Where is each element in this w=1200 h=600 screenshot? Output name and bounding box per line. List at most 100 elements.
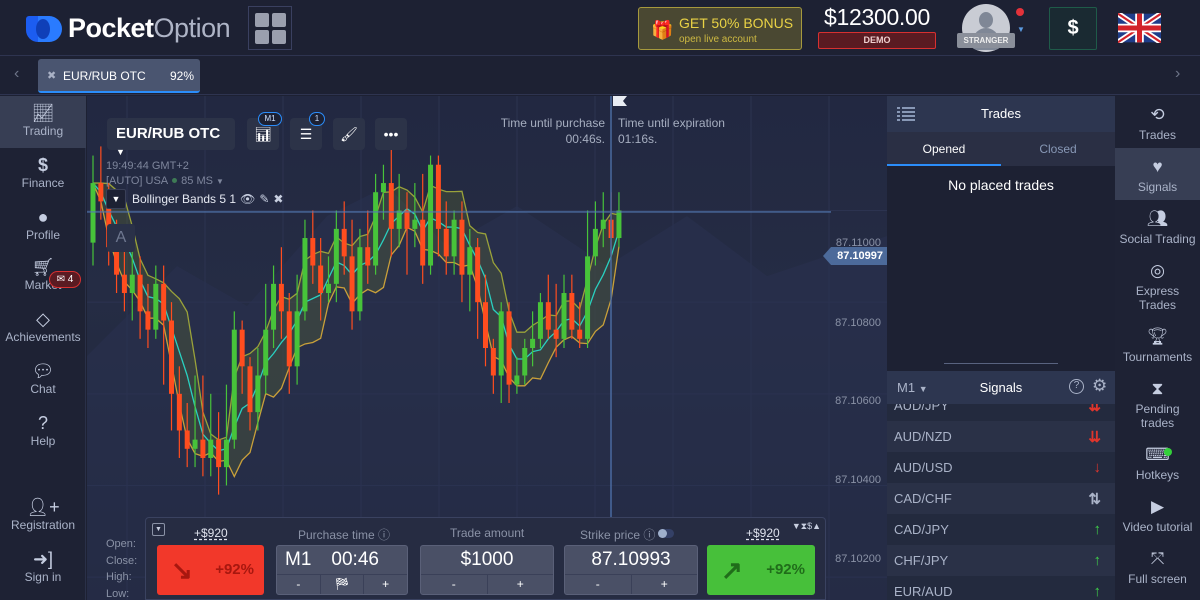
signal-row[interactable]: EUR/AUD ↑ bbox=[887, 576, 1115, 600]
signal-row[interactable]: AUD/USD ↓ bbox=[887, 452, 1115, 483]
candle-down bbox=[420, 219, 426, 266]
sell-button[interactable]: ↘ +92% bbox=[157, 545, 264, 595]
purchase-timeframe[interactable]: M1 bbox=[285, 546, 311, 574]
arrow-up-right-icon: ↗ bbox=[721, 555, 743, 585]
chevron-left-icon[interactable]: ‹ bbox=[14, 65, 19, 83]
balance-widget[interactable]: $12300.00 DEMO bbox=[818, 4, 936, 49]
sidebar-item-chat[interactable]: 💬︎ Chat bbox=[0, 354, 86, 406]
sidebar-item-help[interactable]: ? Help bbox=[0, 406, 86, 458]
rsidebar-item-trades[interactable]: ⟲ Trades bbox=[1115, 104, 1200, 142]
rsidebar-item-label: Social Trading bbox=[1119, 232, 1196, 246]
help-icon[interactable]: ? bbox=[1069, 379, 1084, 394]
eye-icon[interactable]: 👁︎ bbox=[240, 192, 255, 206]
signals-list[interactable]: AUD/JPY ⇊ AUD/NZD ⇊ AUD/USD ↓ CAD/CHF ⇅ CAD/JPY ↑… bbox=[887, 404, 1115, 600]
close-icon[interactable]: ✖ bbox=[47, 69, 56, 82]
rsidebar-item-pending-trades[interactable]: ⧗ Pending trades bbox=[1115, 378, 1200, 430]
uk-flag-icon[interactable] bbox=[1118, 13, 1161, 43]
close-icon[interactable]: ✖ bbox=[273, 192, 283, 206]
rsidebar-item-video-tutorial[interactable]: ▶ Video tutorial bbox=[1115, 496, 1200, 534]
tab-closed[interactable]: Closed bbox=[1001, 132, 1115, 166]
candle-down bbox=[184, 430, 190, 449]
chevron-down-icon[interactable]: ▼ bbox=[1017, 25, 1025, 34]
drawings-button[interactable]: 🖌︎ bbox=[333, 118, 365, 150]
sidebar-item-profile[interactable]: ● Profile bbox=[0, 200, 86, 252]
rsidebar-item-full-screen[interactable]: ⤧ Full screen bbox=[1115, 548, 1200, 586]
resize-handle[interactable] bbox=[944, 363, 1058, 364]
strike-price-value[interactable]: 87.10993 bbox=[565, 546, 697, 574]
bonus-button[interactable]: 🎁 GET 50% BONUS open live account bbox=[638, 7, 802, 50]
sidebar-item-registration[interactable]: 👤︎+ Registration bbox=[0, 490, 86, 542]
help-icon[interactable]: ⓘ bbox=[378, 528, 390, 542]
candle-down bbox=[459, 219, 465, 275]
purchase-time-value[interactable]: 00:46 bbox=[331, 546, 379, 574]
drawing-label-button[interactable]: A bbox=[107, 224, 135, 252]
strike-price-toggle[interactable] bbox=[658, 529, 674, 538]
candle-up bbox=[129, 274, 135, 294]
caret-up-icon[interactable]: ▲ bbox=[812, 521, 821, 531]
chart-area[interactable]: EUR/RUB OTC ▼ 📊︎ M1 ☰ 1 🖌︎ ••• 19:49:44 … bbox=[87, 96, 887, 600]
trade-amount-field[interactable]: $1000 - + bbox=[420, 545, 554, 595]
rsidebar-item-label: Hotkeys bbox=[1135, 468, 1180, 482]
strike-price-plus-button[interactable]: + bbox=[632, 575, 698, 594]
purchase-time-field[interactable]: M1 00:46 - 🏁︎ + bbox=[276, 545, 408, 595]
diamond-icon: ◇ bbox=[36, 309, 50, 329]
gear-icon[interactable]: ⚙ bbox=[1092, 376, 1107, 396]
finish-flag-icon[interactable]: 🏁︎ bbox=[321, 575, 365, 594]
candle-down bbox=[216, 439, 222, 468]
sidebar-item-sign-in[interactable]: ➜] Sign in bbox=[0, 542, 86, 594]
candle-down bbox=[404, 210, 410, 229]
signal-pair: AUD/NZD bbox=[894, 429, 952, 444]
deposit-button[interactable]: $ bbox=[1049, 7, 1097, 50]
sidebar-item-label: Sign in bbox=[24, 570, 62, 584]
rsidebar-item-hotkeys[interactable]: ⌨ Hotkeys bbox=[1115, 444, 1200, 482]
user-plus-icon: 👤︎+ bbox=[26, 497, 60, 517]
pair-selector[interactable]: EUR/RUB OTC ▼ bbox=[107, 118, 235, 157]
account-type-badge[interactable]: DEMO bbox=[818, 32, 936, 49]
server-info[interactable]: [AUTO] USA 85 MS ▼ bbox=[106, 175, 224, 187]
signal-row[interactable]: CAD/CHF ⇅ bbox=[887, 483, 1115, 514]
purchase-time-plus-button[interactable]: + bbox=[364, 575, 407, 594]
sidebar-item-trading[interactable]: 📈︎ Trading bbox=[0, 96, 86, 148]
logo[interactable]: PocketOption bbox=[26, 13, 231, 44]
grid-icon bbox=[254, 12, 269, 27]
collapse-panel-button[interactable]: ▼ bbox=[152, 523, 165, 536]
more-button[interactable]: ••• bbox=[375, 118, 407, 150]
collapse-indicators-button[interactable]: ▼ bbox=[106, 189, 126, 209]
buy-button[interactable]: ↗ +92% bbox=[707, 545, 815, 595]
trade-amount-value[interactable]: $1000 bbox=[421, 546, 553, 574]
asset-tab-name: EUR/RUB OTC bbox=[63, 69, 146, 83]
tab-opened[interactable]: Opened bbox=[887, 132, 1001, 166]
trade-amount-minus-button[interactable]: - bbox=[421, 575, 488, 594]
signal-arrow-icon: ↑ bbox=[1093, 583, 1102, 600]
caret-down-icon[interactable]: ▼ bbox=[792, 521, 801, 531]
rsidebar-item-express-trades[interactable]: ◎ Express Trades bbox=[1115, 260, 1200, 312]
grid-icon-cell bbox=[271, 12, 286, 27]
signal-row[interactable]: CHF/JPY ↑ bbox=[887, 545, 1115, 576]
candle-up bbox=[616, 210, 622, 239]
signal-row[interactable]: AUD/NZD ⇊ bbox=[887, 421, 1115, 452]
rsidebar-item-signals[interactable]: ♥ Signals bbox=[1115, 148, 1200, 200]
asset-tab[interactable]: ✖ EUR/RUB OTC 92% bbox=[38, 59, 200, 93]
apps-grid-button[interactable] bbox=[248, 6, 292, 50]
signal-row[interactable]: CAD/JPY ↑ bbox=[887, 514, 1115, 545]
purchase-time-minus-button[interactable]: - bbox=[277, 575, 321, 594]
panel-tools[interactable]: ▼⧗$▲ bbox=[792, 521, 821, 532]
status-dot-icon bbox=[172, 178, 178, 183]
sidebar-item-finance[interactable]: $ Finance bbox=[0, 148, 86, 200]
youtube-icon: ▶ bbox=[1150, 497, 1165, 516]
left-sidebar: 📈︎ Trading $ Finance ● Profile 🛒︎ Market ◇ Ac… bbox=[0, 96, 86, 600]
trades-title: Trades bbox=[981, 106, 1021, 121]
chat-unread-count: 4 bbox=[67, 274, 74, 285]
candle-up bbox=[271, 283, 277, 330]
trade-amount-plus-button[interactable]: + bbox=[488, 575, 554, 594]
rsidebar-item-tournaments[interactable]: 🏆︎ Tournaments bbox=[1115, 326, 1200, 364]
chevron-right-icon[interactable]: › bbox=[1175, 65, 1180, 83]
rsidebar-item-social-trading[interactable]: 👥︎ Social Trading bbox=[1115, 208, 1200, 246]
candle-down bbox=[310, 238, 316, 266]
help-icon[interactable]: ⓘ bbox=[643, 528, 655, 542]
strike-price-minus-button[interactable]: - bbox=[565, 575, 632, 594]
pencil-icon[interactable]: ✎ bbox=[259, 192, 269, 206]
signal-row[interactable]: AUD/JPY ⇊ bbox=[887, 404, 1115, 421]
strike-price-field[interactable]: 87.10993 - + bbox=[564, 545, 698, 595]
sidebar-item-achievements[interactable]: ◇ Achievements bbox=[0, 302, 86, 354]
